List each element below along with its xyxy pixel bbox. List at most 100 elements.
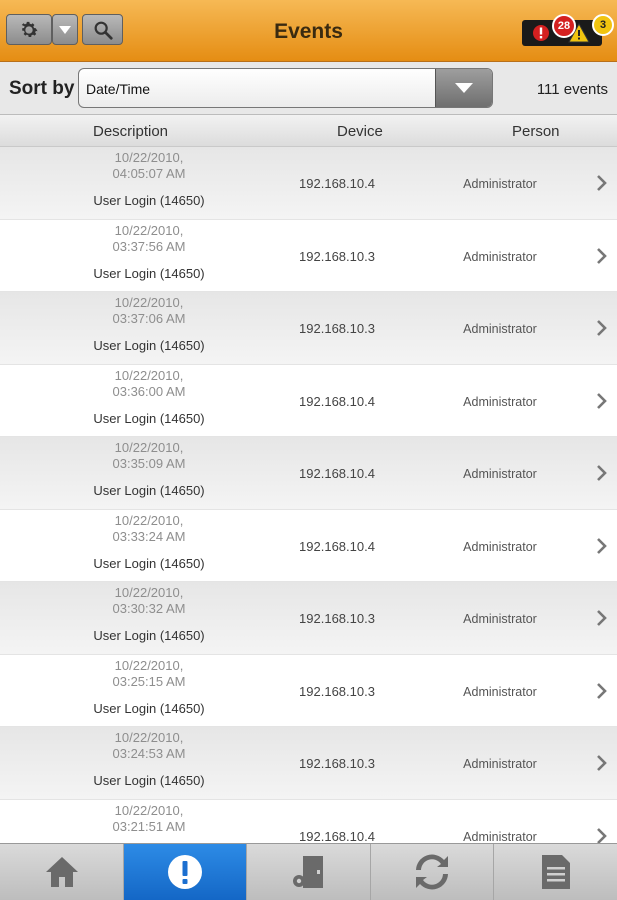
event-datetime: 10/22/2010, 03:37:56 AM [90,223,208,255]
event-datetime: 10/22/2010, 03:33:24 AM [90,513,208,545]
event-time: 03:25:15 AM [112,673,186,689]
event-row[interactable]: 10/22/2010, 03:25:15 AM User Login (14650… [0,655,617,727]
event-date: 10/22/2010, [114,585,184,600]
event-date: 10/22/2010, [114,222,184,238]
event-datetime: 10/22/2010, 04:05:07 AM [90,150,208,182]
event-description: User Login (14650) [93,483,205,498]
sort-bar: Sort by Date/Time 111 events [0,62,617,115]
event-device: 192.168.10.4 [299,176,375,191]
event-time: 03:30:32 AM [112,601,186,616]
event-person: Administrator [463,394,537,409]
event-person: Administrator [463,829,537,844]
event-date: 10/22/2010, [114,657,184,673]
event-row[interactable]: 10/22/2010, 03:21:51 AM 192.168.10.4 Admi… [0,800,617,844]
door-settings-icon [292,856,323,888]
event-time: 03:21:51 AM [112,818,186,834]
event-description: User Login (14650) [93,410,205,426]
event-list: 10/22/2010, 04:05:07 AM User Login (14650… [0,147,617,843]
event-device: 192.168.10.3 [299,683,375,699]
event-time: 03:37:06 AM [112,311,186,326]
event-time: 03:24:53 AM [112,746,186,761]
column-header-description[interactable]: Description [93,123,168,140]
event-person: Administrator [463,249,537,264]
event-date: 10/22/2010, [114,367,184,383]
sort-label: Sort by [9,78,75,99]
chevron-right-icon [597,755,607,771]
chevron-right-icon [597,537,607,554]
event-date: 10/22/2010, [114,440,184,455]
event-datetime: 10/22/2010, 03:24:53 AM [90,730,208,762]
event-date: 10/22/2010, [114,802,184,818]
event-person: Administrator [463,684,537,699]
event-time: 03:37:56 AM [112,238,186,254]
home-icon [45,857,78,887]
event-description: User Login (14650) [93,265,205,281]
event-datetime: 10/22/2010, 03:37:06 AM [90,295,208,327]
event-time: 03:36:00 AM [112,383,186,399]
column-header-person[interactable]: Person [512,123,560,140]
event-person: Administrator [463,757,537,771]
event-datetime: 10/22/2010, 03:30:32 AM [90,585,208,617]
event-device: 192.168.10.4 [299,393,375,409]
event-person: Administrator [463,539,537,554]
sync-icon [416,854,448,890]
chevron-right-icon [597,320,607,336]
event-date: 10/22/2010, [114,295,184,310]
event-description: User Login (14650) [93,555,205,571]
event-description: User Login (14650) [93,193,205,208]
event-datetime: 10/22/2010, 03:36:00 AM [90,368,208,400]
event-device: 192.168.10.4 [299,466,375,481]
event-row[interactable]: 10/22/2010, 03:30:32 AM User Login (14650… [0,582,617,655]
event-device: 192.168.10.3 [299,321,375,336]
chevron-right-icon [597,610,607,626]
event-time: 04:05:07 AM [112,166,186,181]
tab-reports[interactable] [494,844,617,900]
event-row[interactable]: 10/22/2010, 03:35:09 AM User Login (14650… [0,437,617,510]
event-person: Administrator [463,177,537,191]
dropdown-arrow-icon[interactable] [435,69,492,107]
alarm-count-badge: 28 [552,14,576,38]
tab-doors[interactable] [247,844,371,900]
event-person: Administrator [463,612,537,626]
column-header-device[interactable]: Device [337,123,383,140]
tab-sync[interactable] [371,844,494,900]
event-description: User Login (14650) [93,338,205,353]
document-icon [541,855,570,889]
sort-select[interactable]: Date/Time [78,68,493,108]
event-date: 10/22/2010, [114,150,184,165]
event-description: User Login (14650) [93,700,205,716]
chevron-right-icon [597,392,607,409]
event-row[interactable]: 10/22/2010, 03:36:00 AM User Login (14650… [0,365,617,437]
event-count: 111 events [536,81,608,98]
chevron-right-icon [597,175,607,191]
chevron-right-icon [597,682,607,699]
event-datetime: 10/22/2010, 03:35:09 AM [90,440,208,472]
warning-count-badge: 3 [592,14,614,36]
event-person: Administrator [463,322,537,336]
event-datetime: 10/22/2010, 03:21:51 AM [90,803,208,835]
event-person: Administrator [463,467,537,481]
event-row[interactable]: 10/22/2010, 04:05:07 AM User Login (14650… [0,147,617,220]
event-time: 03:35:09 AM [112,456,186,471]
event-row[interactable]: 10/22/2010, 03:37:06 AM User Login (14650… [0,292,617,365]
tab-home[interactable] [0,844,124,900]
event-device: 192.168.10.4 [299,828,375,844]
event-device: 192.168.10.3 [299,611,375,626]
event-row[interactable]: 10/22/2010, 03:33:24 AM User Login (14650… [0,510,617,582]
event-description: User Login (14650) [93,628,205,643]
event-row[interactable]: 10/22/2010, 03:24:53 AM User Login (14650… [0,727,617,800]
chevron-right-icon [597,465,607,481]
alarm-icon [533,25,549,41]
bottom-tab-bar [0,843,617,900]
event-datetime: 10/22/2010, 03:25:15 AM [90,658,208,690]
tab-events[interactable] [124,844,247,900]
event-device: 192.168.10.3 [299,756,375,771]
event-date: 10/22/2010, [114,512,184,528]
event-row[interactable]: 10/22/2010, 03:37:56 AM User Login (14650… [0,220,617,292]
top-bar: Events 28 3 [0,0,617,62]
event-date: 10/22/2010, [114,730,184,745]
event-description: User Login (14650) [93,773,205,788]
sort-selected-value: Date/Time [86,81,151,97]
event-device: 192.168.10.4 [299,538,375,554]
chevron-right-icon [597,247,607,264]
